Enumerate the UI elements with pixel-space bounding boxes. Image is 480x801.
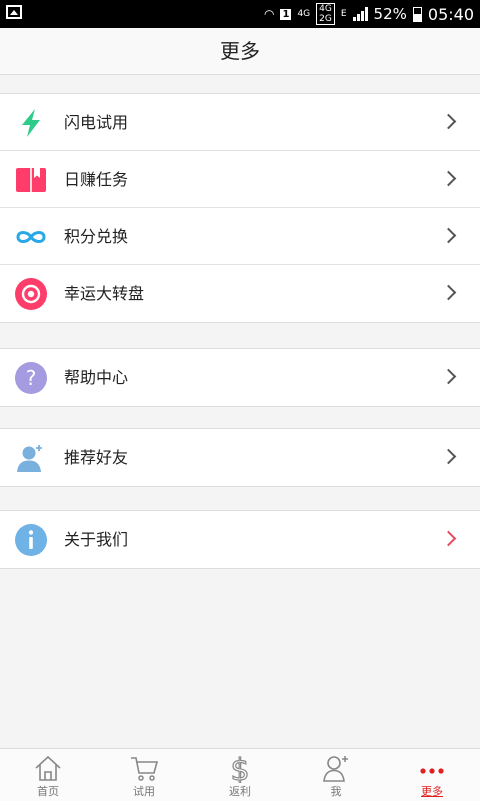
chevron-right-icon — [440, 170, 457, 187]
sim-icon: 1 — [280, 8, 292, 20]
svg-text:$: $ — [230, 753, 249, 783]
tab-me[interactable]: 我 — [288, 749, 384, 801]
tab-trial[interactable]: 试用 — [96, 749, 192, 801]
target-icon — [15, 278, 47, 310]
edge-label: E — [340, 8, 347, 19]
user-icon — [323, 756, 348, 782]
cart-icon — [131, 757, 159, 781]
clock: 05:40 — [427, 4, 474, 24]
menu-item-label: 推荐好友 — [64, 448, 129, 467]
svg-text:?: ? — [26, 366, 37, 390]
menu-item-daily-task[interactable]: 日赚任务 — [0, 151, 480, 208]
tab-label: 更多 — [421, 785, 443, 798]
chevron-right-icon — [440, 284, 457, 301]
page-title: 更多 — [0, 28, 480, 75]
info-icon — [15, 524, 47, 556]
tab-home[interactable]: 首页 — [0, 749, 96, 801]
menu-item-label: 关于我们 — [64, 530, 129, 549]
menu-item-label: 日赚任务 — [64, 170, 129, 189]
menu-group-main: 闪电试用 日赚任务 积分兑换 幸运大转盘 — [0, 93, 480, 323]
network-type-box: 4G 2G — [316, 3, 335, 25]
tab-rebate[interactable]: $ 返利 — [192, 749, 288, 801]
bottom-tab-bar: 首页 试用 $ 返利 我 更多 — [0, 748, 480, 801]
chevron-right-icon — [440, 227, 457, 244]
menu-item-recommend-friend[interactable]: 推荐好友 — [0, 429, 480, 486]
tab-label: 首页 — [37, 785, 59, 798]
tab-label: 返利 — [229, 785, 251, 798]
status-bar: ◠ 1 4G 4G 2G E 52% 05:40 — [0, 0, 480, 28]
battery-percent: 52% — [373, 5, 407, 23]
menu-item-lucky-wheel[interactable]: 幸运大转盘 — [0, 265, 480, 322]
menu-item-label: 闪电试用 — [64, 113, 129, 132]
lightning-icon — [22, 109, 40, 137]
tab-more[interactable]: 更多 — [384, 749, 480, 801]
home-icon — [35, 755, 61, 781]
chevron-right-icon — [440, 530, 457, 547]
chevron-right-icon — [440, 113, 457, 130]
menu-item-flash-trial[interactable]: 闪电试用 — [0, 94, 480, 151]
wifi-icon: ◠ — [264, 7, 275, 21]
question-icon: ? — [15, 362, 47, 394]
menu-item-points-exchange[interactable]: 积分兑换 — [0, 208, 480, 265]
chevron-right-icon — [440, 448, 457, 465]
add-user-icon — [17, 445, 42, 472]
menu-item-label: 帮助中心 — [64, 368, 129, 387]
menu-item-about-us[interactable]: 关于我们 — [0, 511, 480, 568]
menu-group-help: ? 帮助中心 — [0, 348, 480, 407]
more-icon — [420, 768, 444, 774]
menu-item-label: 积分兑换 — [64, 227, 129, 246]
menu-group-about: 关于我们 — [0, 510, 480, 569]
book-icon — [16, 168, 46, 192]
menu-item-label: 幸运大转盘 — [64, 284, 145, 303]
menu-group-invite: 推荐好友 — [0, 428, 480, 487]
gallery-notification-icon — [6, 5, 22, 19]
tab-label: 我 — [330, 785, 342, 798]
signal-icon — [352, 7, 368, 21]
network-type-label: 4G — [297, 8, 311, 19]
menu-item-help-center[interactable]: ? 帮助中心 — [0, 349, 480, 406]
chevron-right-icon — [440, 368, 457, 385]
dollar-icon: $ — [230, 753, 250, 783]
tab-label: 试用 — [133, 785, 155, 798]
infinity-icon — [16, 231, 46, 243]
battery-icon — [412, 6, 422, 22]
